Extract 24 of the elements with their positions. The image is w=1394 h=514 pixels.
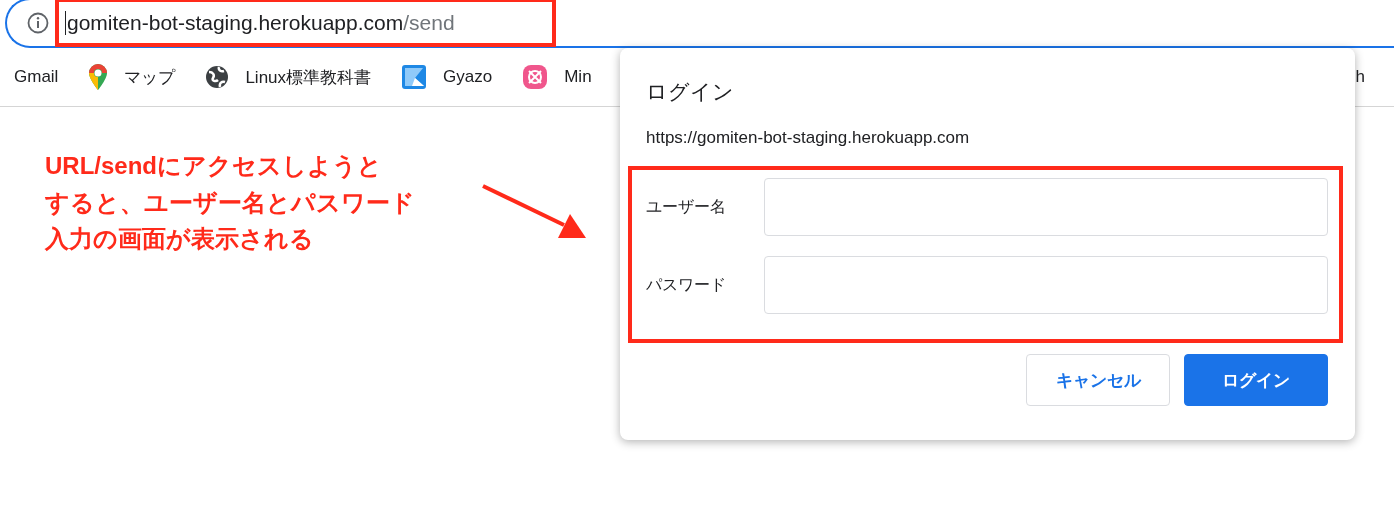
bookmark-label[interactable]: マップ (124, 65, 176, 89)
dialog-title: ログイン (646, 79, 734, 105)
site-origin: https://gomiten-bot-staging.herokuapp.com (646, 128, 970, 148)
gyazo-icon (401, 64, 428, 90)
app-icon (522, 64, 549, 90)
map-pin-icon (88, 63, 109, 91)
login-button[interactable]: ログイン (1184, 354, 1328, 406)
field-label: ユーザー名 (646, 196, 727, 217)
bookmark-label[interactable]: Gyazo (443, 67, 493, 87)
url-host: gomiten-bot-staging.herokuapp.com (65, 11, 404, 35)
bookmark-label[interactable]: Min (564, 67, 592, 87)
bookmark-label[interactable]: h (1355, 67, 1365, 87)
annotation-text: URL/sendにアクセスしようと (45, 151, 383, 181)
globe-icon (205, 65, 230, 89)
annotation-text: 入力の画面が表示される (45, 224, 315, 254)
input-field[interactable] (764, 256, 1328, 314)
bookmark-label[interactable]: Linux標準教科書 (245, 65, 372, 89)
info-icon[interactable] (27, 12, 49, 34)
url-path: /send (403, 11, 455, 35)
bookmark-label[interactable]: Gmail (14, 67, 59, 87)
field-label: パスワード (646, 274, 727, 295)
cancel-button[interactable]: キャンセル (1026, 354, 1170, 406)
annotation-text: すると、ユーザー名とパスワード (45, 187, 415, 218)
input-field[interactable] (764, 178, 1328, 236)
